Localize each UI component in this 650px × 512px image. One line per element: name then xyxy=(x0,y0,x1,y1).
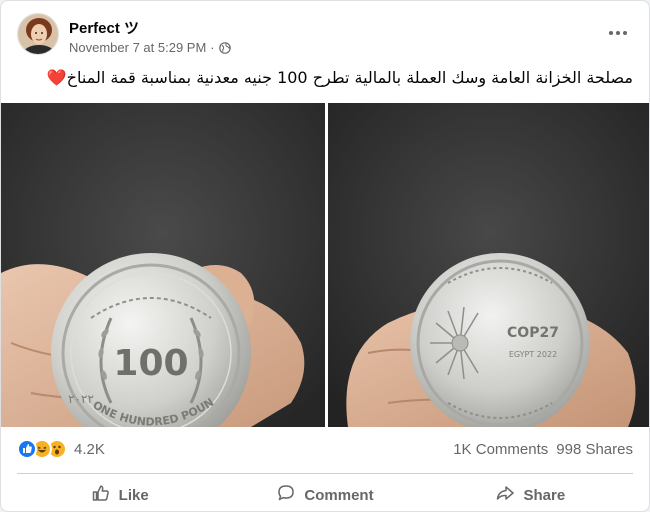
more-options-icon[interactable] xyxy=(603,21,633,45)
comments-count[interactable]: 1K Comments xyxy=(453,441,548,458)
share-button[interactable]: Share xyxy=(428,477,633,511)
post-timestamp[interactable]: November 7 at 5:29 PM xyxy=(69,40,206,55)
post-header: Perfect ツ November 7 at 5:29 PM · xyxy=(17,13,633,61)
like-reaction-icon xyxy=(17,439,37,459)
comment-label: Comment xyxy=(304,486,374,504)
reactions-summary[interactable]: 4.2K xyxy=(17,439,105,459)
avatar[interactable] xyxy=(17,13,59,55)
like-button[interactable]: Like xyxy=(17,477,222,511)
actions-divider xyxy=(17,473,633,474)
author-name[interactable]: Perfect ツ xyxy=(69,17,139,38)
photo-coin-front[interactable]: 100 ٢٠٢٢ ONE HUNDRED POUNDS xyxy=(1,103,325,427)
comment-bubble-icon xyxy=(276,483,296,507)
coin-logo-text: COP27 xyxy=(507,325,559,341)
thumbs-up-icon xyxy=(91,483,111,507)
share-label: Share xyxy=(523,486,566,504)
photo-grid: 100 ٢٠٢٢ ONE HUNDRED POUNDS xyxy=(1,103,649,427)
action-bar: Like Comment Share xyxy=(17,477,633,511)
comment-button[interactable]: Comment xyxy=(222,477,427,511)
meta-separator: · xyxy=(210,40,215,55)
coin-year-text: ٢٠٢٢ xyxy=(68,392,94,406)
coin-value-text: 100 xyxy=(113,343,188,384)
shares-count[interactable]: 998 Shares xyxy=(556,441,633,458)
share-arrow-icon xyxy=(495,483,515,507)
photo-coin-back[interactable]: COP27 EGYPT 2022 xyxy=(328,103,649,427)
reaction-count[interactable]: 4.2K xyxy=(74,441,105,458)
like-label: Like xyxy=(118,486,149,504)
globe-icon[interactable] xyxy=(218,41,231,54)
post-stats: 4.2K 1K Comments 998 Shares xyxy=(17,437,633,465)
engagement-counts: 1K Comments 998 Shares xyxy=(453,441,633,458)
post-card: Perfect ツ November 7 at 5:29 PM · مصلحة … xyxy=(0,0,650,512)
post-text: مصلحة الخزانة العامة وسك العملة بالمالية… xyxy=(46,68,633,87)
post-meta: November 7 at 5:29 PM · xyxy=(69,40,231,55)
coin-sub-text: EGYPT 2022 xyxy=(509,350,557,359)
